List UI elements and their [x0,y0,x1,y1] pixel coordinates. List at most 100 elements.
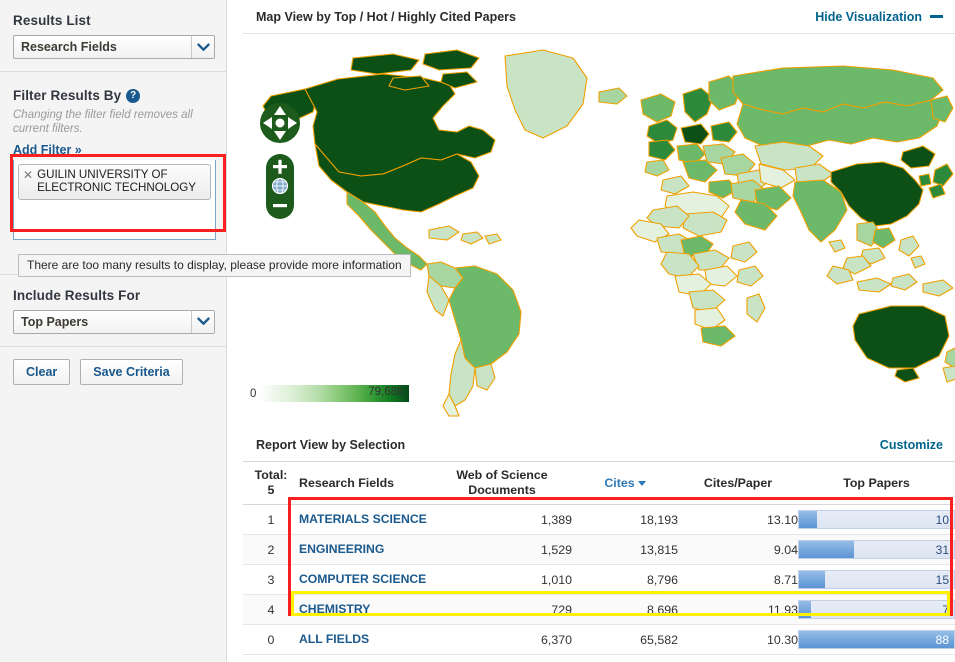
total-label: Total: [254,468,288,482]
report-table-body: 1 MATERIALS SCIENCE 1,389 18,193 13.10 10 2 ENG… [243,504,955,656]
top-papers-bar: 10 [798,510,955,530]
row-top-papers-cell: 88 [798,624,955,656]
legend-min-value: 0 [250,387,257,400]
row-rank: 3 [243,564,299,596]
add-filter-link[interactable]: Add Filter » [13,143,82,157]
table-row[interactable]: 3 COMPUTER SCIENCE 1,010 8,796 8.71 15 [243,564,955,596]
filter-chip-label: GUILIN UNIVERSITY OF ELECTRONIC TECHNOLO… [37,167,196,195]
legend-max-value: 79,688 [368,386,404,398]
table-header-row: Total: 5 Research Fields Web of Science … [243,462,955,506]
report-table: Total: 5 Research Fields Web of Science … [243,462,955,656]
filter-note: Changing the filter field removes all cu… [13,109,193,136]
globe-icon [271,177,289,195]
filter-chip[interactable]: ✕ GUILIN UNIVERSITY OF ELECTRONIC TECHNO… [18,163,211,200]
filter-section: Filter Results By ? Changing the filter … [0,72,226,240]
row-documents: 6,370 [432,624,572,656]
row-cites-per-paper: 8.71 [678,564,798,596]
column-top-papers: Top Papers [798,462,955,506]
row-cites-per-paper: 13.10 [678,504,798,536]
row-cites: 65,582 [572,624,678,656]
row-field-link[interactable]: CHEMISTRY [299,603,370,617]
row-documents: 1,529 [432,534,572,566]
results-list-label: Results List [13,13,91,28]
top-papers-bar-fill [799,601,812,619]
filter-chip-box[interactable]: ✕ GUILIN UNIVERSITY OF ELECTRONIC TECHNO… [13,159,216,240]
legend-gradient-bar: 79,688 [259,385,410,402]
column-cites[interactable]: Cites [572,462,678,506]
hide-visualization-link[interactable]: Hide Visualization [815,10,922,24]
cites-sort-link[interactable]: Cites [604,476,634,490]
map-zoom-control[interactable] [266,154,294,219]
map-panel-header-actions: Hide Visualization [815,10,943,24]
top-papers-bar: 88 [798,630,955,650]
row-field-cell[interactable]: MATERIALS SCIENCE [299,504,432,536]
save-criteria-button[interactable]: Save Criteria [80,358,183,385]
top-papers-bar-fill [799,541,854,559]
top-papers-bar: 7 [798,600,955,620]
map-legend: 0 79,688 [250,385,410,402]
map-panel-header: Map View by Top / Hot / Highly Cited Pap… [243,0,955,34]
top-papers-bar-fill [799,631,954,649]
world-map-svg[interactable]: .ct { stroke:#f0a000; stroke-width:1.1; … [243,34,955,419]
top-papers-bar: 31 [798,540,955,560]
row-rank: 4 [243,594,299,626]
row-cites: 8,696 [572,594,678,626]
row-field-link[interactable]: COMPUTER SCIENCE [299,573,426,587]
row-field-link[interactable]: ENGINEERING [299,543,384,557]
top-papers-value: 10 [935,512,949,527]
row-cites: 13,815 [572,534,678,566]
filter-header: Filter Results By ? [13,88,213,103]
minus-icon[interactable] [930,15,943,18]
table-row[interactable]: 0 ALL FIELDS 6,370 65,582 10.30 88 [243,624,955,656]
column-wos-documents: Web of Science Documents [432,462,572,506]
row-top-papers-cell: 15 [798,564,955,596]
row-cites-per-paper: 10.30 [678,624,798,656]
row-field-cell[interactable]: COMPUTER SCIENCE [299,564,432,596]
row-top-papers-cell: 10 [798,504,955,536]
map-pan-control[interactable] [259,102,301,144]
clear-button[interactable]: Clear [13,358,71,385]
top-papers-value: 31 [935,542,949,557]
column-cites-per-paper: Cites/Paper [678,462,798,506]
question-mark-icon[interactable]: ? [126,88,141,103]
filter-empty-area[interactable] [18,200,211,230]
row-cites-per-paper: 9.04 [678,534,798,566]
row-field-link[interactable]: MATERIALS SCIENCE [299,513,427,527]
caret-down-icon[interactable] [637,480,646,486]
row-cites: 8,796 [572,564,678,596]
world-map[interactable]: .ct { stroke:#f0a000; stroke-width:1.1; … [243,34,955,419]
results-list-select[interactable]: Research Fields [13,35,215,59]
results-list-select-wrap: Research Fields [13,35,215,59]
row-rank: 1 [243,504,299,536]
table-row[interactable]: 1 MATERIALS SCIENCE 1,389 18,193 13.10 10 [243,504,955,536]
column-total: Total: 5 [243,462,299,506]
total-value: 5 [267,482,275,497]
top-papers-value: 88 [935,632,949,647]
minus-icon [273,204,287,208]
row-documents: 729 [432,594,572,626]
customize-link[interactable]: Customize [880,438,943,452]
table-row[interactable]: 2 ENGINEERING 1,529 13,815 9.04 31 [243,534,955,566]
column-research-fields: Research Fields [299,462,432,506]
include-results-select[interactable]: Top Papers [13,309,215,334]
row-top-papers-cell: 31 [798,534,955,566]
row-documents: 1,389 [432,504,572,536]
top-papers-bar-fill [799,571,826,589]
row-field-link[interactable]: ALL FIELDS [299,633,369,647]
filter-label: Filter Results By [13,88,122,103]
close-icon[interactable]: ✕ [23,168,33,182]
top-papers-value: 7 [942,602,949,617]
too-many-results-message: There are too many results to display, p… [18,254,411,277]
row-field-cell[interactable]: ENGINEERING [299,534,432,566]
map-panel-title: Map View by Top / Hot / Highly Cited Pap… [256,9,516,24]
row-cites-per-paper: 11.93 [678,594,798,626]
row-documents: 1,010 [432,564,572,596]
include-results-select-wrap: Top Papers [13,309,215,334]
row-field-cell[interactable]: CHEMISTRY [299,594,432,626]
row-field-cell[interactable]: ALL FIELDS [299,624,432,656]
report-view: Report View by Selection Customize Total… [243,428,955,656]
table-row[interactable]: 4 CHEMISTRY 729 8,696 11.93 7 [243,594,955,626]
row-top-papers-cell: 7 [798,594,955,626]
top-papers-bar: 15 [798,570,955,590]
include-results-section: Include Results For Top Papers [0,275,226,346]
